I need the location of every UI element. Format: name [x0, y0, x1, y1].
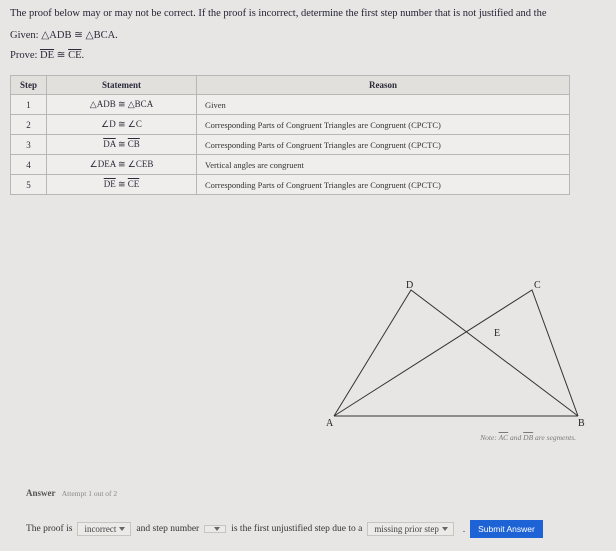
- chevron-down-icon: [119, 527, 125, 531]
- label-a: A: [326, 418, 334, 428]
- step-number-dropdown[interactable]: [204, 525, 226, 533]
- given-label: Given:: [10, 30, 39, 41]
- sentence-period: .: [463, 524, 465, 534]
- answer-header: Answer Attempt 1 out of 2: [26, 488, 117, 498]
- segment-de: DE: [40, 50, 54, 61]
- table-row: 3 DA ≅ CB Corresponding Parts of Congrue…: [11, 135, 570, 155]
- cong-symbol: ≅: [54, 50, 68, 61]
- dd3-value: missing prior step: [374, 524, 439, 534]
- reason-cell: Corresponding Parts of Congruent Triangl…: [197, 135, 570, 155]
- figure-note: Note: AC and DB are segments.: [316, 433, 596, 442]
- reason-cell: Vertical angles are congruent: [197, 155, 570, 175]
- table-row: 2 ∠D ≅ ∠C Corresponding Parts of Congrue…: [11, 115, 570, 135]
- given-line: Given: △ADB ≅ △BCA.: [10, 29, 606, 41]
- step-cell: 1: [11, 95, 47, 115]
- geometry-figure: A B C D E Note: AC and DB are segments.: [316, 278, 596, 448]
- prove-math: DE ≅ CE.: [40, 50, 84, 61]
- proof-correctness-dropdown[interactable]: incorrect: [77, 522, 131, 536]
- label-e: E: [494, 328, 500, 339]
- label-d: D: [406, 280, 413, 291]
- step-cell: 4: [11, 155, 47, 175]
- step-cell: 3: [11, 135, 47, 155]
- statement-cell: DE ≅ CE: [47, 175, 197, 195]
- sentence-p2: and step number: [136, 524, 199, 534]
- reason-cell: Corresponding Parts of Congruent Triangl…: [197, 115, 570, 135]
- statement-cell: ∠DEA ≅ ∠CEB: [47, 155, 197, 175]
- chevron-down-icon: [442, 527, 448, 531]
- proof-table: Step Statement Reason 1 △ADB ≅ △BCA Give…: [10, 75, 570, 195]
- table-row: 1 △ADB ≅ △BCA Given: [11, 95, 570, 115]
- label-b: B: [578, 418, 585, 428]
- chevron-down-icon: [214, 527, 220, 531]
- statement-cell: ∠D ≅ ∠C: [47, 115, 197, 135]
- period: .: [82, 50, 85, 61]
- step-cell: 5: [11, 175, 47, 195]
- col-step: Step: [11, 76, 47, 95]
- label-c: C: [534, 280, 541, 291]
- intro-text: The proof below may or may not be correc…: [10, 8, 606, 19]
- sentence-p1: The proof is: [26, 524, 72, 534]
- attempt-text: Attempt 1 out of 2: [62, 489, 117, 498]
- prove-line: Prove: DE ≅ CE.: [10, 49, 606, 61]
- sentence-p3: is the first unjustified step due to a: [231, 524, 362, 534]
- statement-cell: △ADB ≅ △BCA: [47, 95, 197, 115]
- table-header-row: Step Statement Reason: [11, 76, 570, 95]
- step-cell: 2: [11, 115, 47, 135]
- reason-cell: Corresponding Parts of Congruent Triangl…: [197, 175, 570, 195]
- table-row: 4 ∠DEA ≅ ∠CEB Vertical angles are congru…: [11, 155, 570, 175]
- dd1-value: incorrect: [84, 524, 116, 534]
- reason-cell: Given: [197, 95, 570, 115]
- answer-label: Answer: [26, 488, 56, 498]
- answer-sentence: The proof is incorrect and step number i…: [26, 520, 606, 538]
- prove-label: Prove:: [10, 50, 37, 61]
- col-statement: Statement: [47, 76, 197, 95]
- statement-cell: DA ≅ CB: [47, 135, 197, 155]
- submit-answer-button[interactable]: Submit Answer: [470, 520, 543, 538]
- col-reason: Reason: [197, 76, 570, 95]
- given-math: △ADB ≅ △BCA.: [41, 30, 118, 41]
- table-row: 5 DE ≅ CE Corresponding Parts of Congrue…: [11, 175, 570, 195]
- segment-ce: CE: [68, 50, 81, 61]
- reason-dropdown[interactable]: missing prior step: [367, 522, 454, 536]
